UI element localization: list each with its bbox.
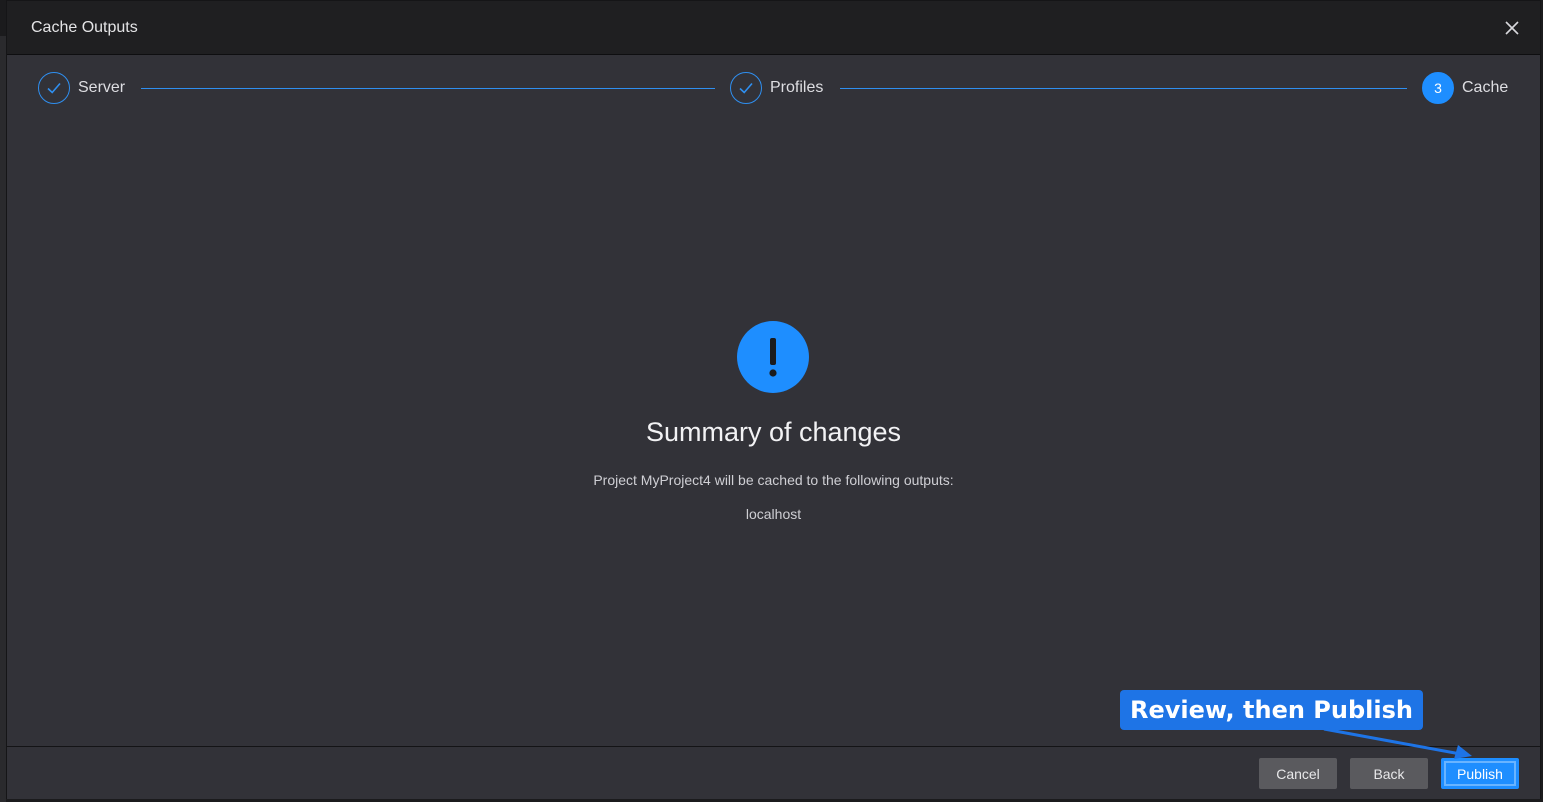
- step-cache-number: 3: [1434, 80, 1442, 96]
- close-icon: [1505, 21, 1519, 35]
- wizard-stepper: Server Profiles 3 Cache: [7, 55, 1540, 121]
- step-server-circle: [38, 72, 70, 104]
- checkmark-icon: [739, 82, 753, 94]
- exclamation-icon: [737, 321, 809, 393]
- step-profiles-circle: [730, 72, 762, 104]
- checkmark-icon: [47, 82, 61, 94]
- step-cache[interactable]: 3 Cache: [1422, 71, 1508, 105]
- step-profiles-label: Profiles: [770, 79, 824, 96]
- output-item: localhost: [745, 506, 802, 522]
- step-server[interactable]: Server: [38, 71, 125, 105]
- close-button[interactable]: [1502, 18, 1522, 38]
- summary-panel: Summary of changes Project MyProject4 wi…: [7, 121, 1540, 746]
- step-cache-label: Cache: [1462, 79, 1509, 96]
- step-cache-circle: 3: [1422, 72, 1454, 104]
- summary-title: Summary of changes: [645, 417, 902, 447]
- annotation-callout: Review, then Publish: [1120, 690, 1423, 730]
- step-server-label: Server: [78, 79, 126, 96]
- step-profiles[interactable]: Profiles: [730, 71, 823, 105]
- summary-description: Project MyProject4 will be cached to the…: [593, 472, 954, 488]
- step-connector-1: [141, 88, 715, 89]
- annotation-arrow-icon: [1323, 727, 1472, 759]
- cache-outputs-dialog: Cache Outputs Server Profiles 3 Cache Su…: [6, 0, 1541, 799]
- dialog-title: Cache Outputs: [31, 18, 138, 36]
- dialog-footer: Cancel Back Publish: [7, 746, 1540, 799]
- step-connector-2: [840, 88, 1407, 89]
- dialog-titlebar: Cache Outputs: [7, 1, 1540, 55]
